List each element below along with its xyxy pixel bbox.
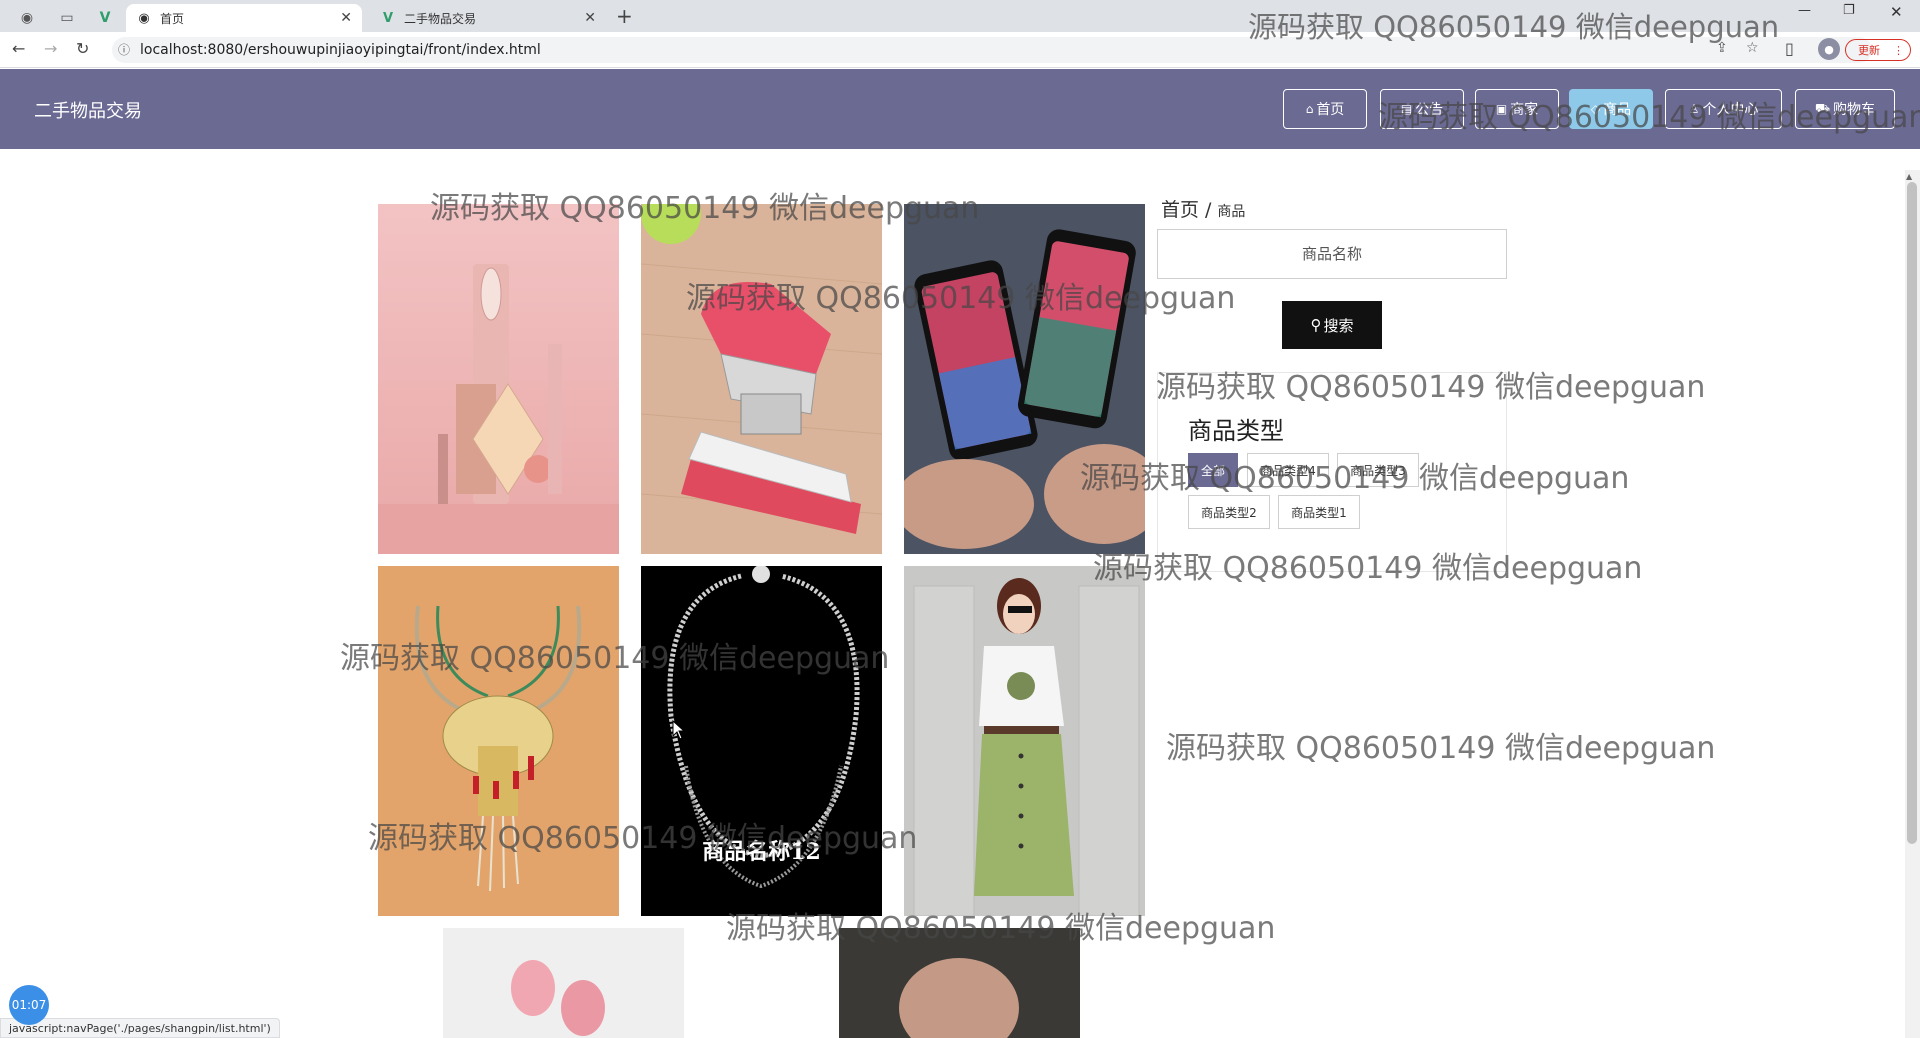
type-tag-2[interactable]: 商品类型2 [1188,495,1270,529]
search-icon: ⚲ [1310,316,1322,334]
vue-tab-icon[interactable]: V [90,4,120,32]
star-icon[interactable]: ☆ [1746,40,1759,56]
nav-notice[interactable]: ▤ 公告 [1380,89,1464,129]
tab-title: 二手物品交易 [404,11,477,26]
forward-icon[interactable]: → [44,39,57,58]
breadcrumb-current: 商品 [1217,204,1246,220]
product-image-roses [443,928,684,1038]
profile-avatar-icon[interactable]: ● [1818,38,1840,60]
type-tag-1[interactable]: 商品类型1 [1278,495,1360,529]
breadcrumb-home[interactable]: 首页 [1161,199,1199,221]
product-card[interactable] [641,204,882,554]
search-button[interactable]: ⚲ 搜索 [1282,301,1382,349]
tab-title: 首页 [160,11,185,26]
home-icon: ⌂ [1305,102,1314,116]
type-tag-3[interactable]: 商品类型3 [1337,453,1419,487]
breadcrumb-separator: / [1205,199,1212,221]
mouse-cursor-icon [672,720,686,740]
nav-label: 公告 [1415,102,1444,118]
share-icon[interactable]: ⇪ [1716,40,1728,56]
nav-label: 购物车 [1833,102,1876,118]
site-logo[interactable]: 二手物品交易 [34,97,142,123]
info-icon[interactable]: ⓘ [118,41,130,58]
pinned-tab-icon[interactable]: ◉ [12,4,42,32]
nav-label: 个人中心 [1702,102,1759,118]
recording-timer: 01:07 [9,985,49,1025]
product-card[interactable] [378,204,619,554]
product-card[interactable] [904,204,1145,554]
type-panel: 商品类型 全部 商品类型4 商品类型3 商品类型2 商品类型1 [1157,372,1507,572]
shop-icon: ▣ [1495,102,1508,116]
user-icon: ♙ [1688,102,1700,116]
product-image-stapler [641,204,882,554]
product-image-gold-necklace [378,566,619,916]
nav-home[interactable]: ⌂ 首页 [1283,89,1367,129]
close-icon[interactable]: ✕ [340,10,352,26]
notice-icon: ▤ [1400,102,1413,116]
nav-label: 商品 [1603,102,1632,118]
reload-icon[interactable]: ↻ [76,39,89,58]
product-card[interactable]: 商品名称12 [641,566,882,916]
product-card[interactable] [904,566,1145,916]
site-header: 二手物品交易 ⌂ 首页 ▤ 公告 ▣ 商家 ◇ 商品 ♙ 个人中心 ⛟ 购物车 [0,69,1920,149]
scrollbar-thumb[interactable] [1907,182,1917,844]
tab-ershou[interactable]: V 二手物品交易 ✕ [370,4,606,32]
url-field[interactable]: ⓘ localhost:8080/ershouwupinjiaoyipingta… [112,37,1872,63]
restore-icon[interactable]: ❐ [1843,3,1855,18]
product-card[interactable] [443,928,684,1038]
product-image-dress [904,566,1145,916]
more-icon: ⋮ [1893,43,1904,57]
product-image-phones [904,204,1145,554]
product-name: 商品名称12 [702,839,821,865]
tab-home[interactable]: ◉ 首页 ✕ [126,4,362,32]
nav-goods[interactable]: ◇ 商品 [1569,89,1653,129]
search-button-label: 搜索 [1323,316,1354,335]
nav-label: 商家 [1510,102,1539,118]
nav-label: 首页 [1316,102,1345,118]
watermark: 源码获取 QQ86050149 微信deepguan [1166,731,1716,766]
product-card[interactable] [378,566,619,916]
vue-icon: V [382,10,394,26]
globe-icon: ◉ [138,10,150,26]
browser-tab-bar: ◉ ▭ V ◉ 首页 ✕ V 二手物品交易 ✕ + — ❐ ✕ [0,0,1920,32]
breadcrumb: 首页 / 商品 [1161,195,1245,222]
type-title: 商品类型 [1188,417,1284,445]
window-close-icon[interactable]: ✕ [1890,3,1903,21]
new-tab-icon[interactable]: + [616,4,633,28]
nav-cart[interactable]: ⛟ 购物车 [1795,89,1895,129]
nav-shop[interactable]: ▣ 商家 [1475,89,1559,129]
type-tag-all[interactable]: 全部 [1188,453,1238,487]
update-label: 更新 [1858,44,1880,57]
back-icon[interactable]: ← [12,39,25,58]
address-bar: ← → ↻ ⓘ localhost:8080/ershouwupinjiaoyi… [0,32,1920,68]
sidebar-icon[interactable]: ▯ [1785,39,1794,58]
type-tag-4[interactable]: 商品类型4 [1247,453,1329,487]
scroll-up-icon[interactable]: ▲ [1906,172,1912,181]
product-card[interactable] [839,928,1080,1038]
blank-tab-icon[interactable]: ▭ [52,4,82,32]
close-icon[interactable]: ✕ [584,10,596,26]
minimize-icon[interactable]: — [1798,3,1811,18]
nav-user-center[interactable]: ♙ 个人中心 [1665,89,1782,129]
goods-icon: ◇ [1590,102,1601,116]
search-input[interactable] [1157,229,1507,279]
cart-icon: ⛟ [1814,101,1831,115]
update-button[interactable]: 更新 ⋮ [1845,39,1911,61]
product-image-ring [839,928,1080,1038]
url-text: localhost:8080/ershouwupinjiaoyipingtai/… [140,42,541,58]
status-url: javascript:navPage('./pages/shangpin/lis… [0,1018,280,1038]
product-image-cosmetics [378,204,619,554]
